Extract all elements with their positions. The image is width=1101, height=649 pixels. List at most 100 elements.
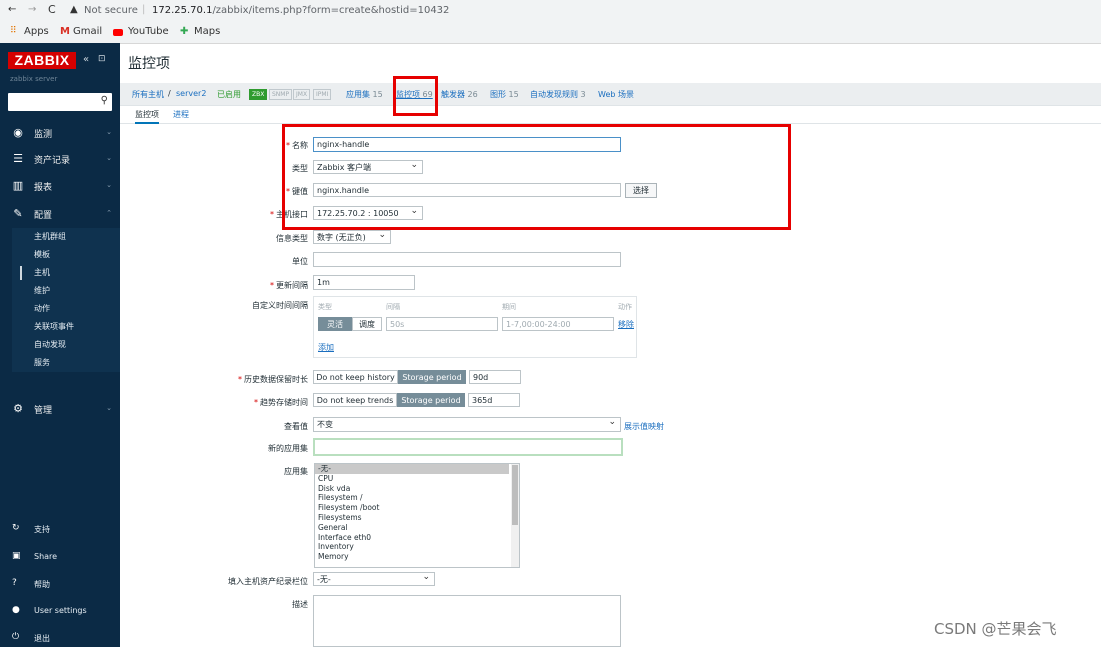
submenu-hosts[interactable]: 主机: [12, 264, 120, 282]
nav-reports[interactable]: ▥ 报表 ⌄: [0, 173, 120, 199]
submenu-services[interactable]: 服务: [12, 354, 120, 372]
nav-user-settings[interactable]: ● User settings: [0, 602, 120, 622]
reload-icon[interactable]: C: [48, 3, 56, 16]
custom-intervals-label: 自定义时间间隔: [252, 301, 308, 310]
app-option[interactable]: Interface eth0: [315, 533, 519, 543]
listbox-scrollbar[interactable]: [511, 464, 519, 567]
help-icon: ?: [12, 578, 17, 588]
info-type-select[interactable]: 数字 (无正负): [313, 230, 391, 244]
app-option[interactable]: General: [315, 523, 519, 533]
url-path: /zabbix/items.php?form=create&hostid=104…: [212, 5, 450, 16]
applications-listbox[interactable]: -无- CPU Disk vda Filesystem / Filesystem…: [314, 463, 520, 568]
crumb-triggers[interactable]: 触发器 26: [441, 89, 478, 100]
search-icon[interactable]: ⚲: [101, 95, 108, 106]
inventory-field-select[interactable]: -无-: [313, 572, 435, 586]
update-interval-input[interactable]: 1m: [313, 275, 415, 290]
trends-period-input[interactable]: 365d: [468, 393, 520, 407]
history-do-not-keep[interactable]: Do not keep history: [313, 370, 398, 384]
crumb-web-scenarios[interactable]: Web 场景: [598, 89, 634, 100]
ci-scheduling-toggle[interactable]: 调度: [352, 317, 382, 331]
tag-snmp: SNMP: [269, 89, 293, 100]
ci-period-input[interactable]: 1-7,00:00-24:00: [502, 317, 614, 331]
app-option[interactable]: Filesystem /: [315, 493, 519, 503]
nav-help[interactable]: ? 帮助: [0, 575, 120, 595]
nav-share[interactable]: ▣ Share: [0, 548, 120, 568]
nav-configuration[interactable]: ✎ 配置 ⌃: [0, 201, 120, 227]
nav-label: 报表: [34, 183, 53, 193]
app-option[interactable]: Filesystem /boot: [315, 503, 519, 513]
show-value-mappings-link[interactable]: 展示值映射: [624, 421, 664, 432]
bookmark-gmail[interactable]: Gmail: [73, 26, 102, 37]
host-status[interactable]: 已启用: [217, 89, 241, 100]
tag-ipmi: IPMI: [313, 89, 332, 100]
label-text: 更新间隔: [276, 281, 308, 290]
submenu-event-correlation[interactable]: 关联项事件: [12, 318, 120, 336]
app-option[interactable]: Filesystems: [315, 513, 519, 523]
bookmark-youtube[interactable]: YouTube: [128, 26, 169, 37]
nav-label: 退出: [34, 634, 50, 643]
crumb-graphs[interactable]: 图形 15: [490, 89, 519, 100]
nav-monitoring[interactable]: ◉ 监测 ⌄: [0, 120, 120, 146]
app-option[interactable]: CPU: [315, 474, 519, 484]
submenu-maintenance[interactable]: 维护: [12, 282, 120, 300]
nav-label: User settings: [34, 606, 87, 615]
nav-inventory[interactable]: ☰ 资产记录 ⌄: [0, 146, 120, 172]
nav-administration[interactable]: ⚙ 管理 ⌄: [0, 396, 120, 422]
ci-flexible-toggle[interactable]: 灵活: [318, 317, 352, 331]
crumb-host[interactable]: server2: [176, 89, 206, 98]
description-textarea[interactable]: [313, 595, 621, 647]
chevron-down-icon: ⌄: [106, 181, 112, 189]
nav-logout[interactable]: ⏻ 退出: [0, 629, 120, 649]
user-icon: ●: [12, 605, 20, 615]
submenu-templates[interactable]: 模板: [12, 246, 120, 264]
app-option[interactable]: Inventory: [315, 542, 519, 552]
ci-add-link[interactable]: 添加: [318, 342, 334, 353]
eye-icon: ◉: [13, 126, 23, 139]
units-input[interactable]: [313, 252, 621, 267]
nav-support[interactable]: ↻ 支持: [0, 520, 120, 540]
forward-arrow-icon[interactable]: →: [28, 4, 36, 15]
chevron-up-icon: ⌃: [106, 209, 112, 217]
crumb-label: 图形: [490, 90, 506, 99]
nav-label: 监测: [34, 130, 53, 140]
tab-item[interactable]: 监控项: [135, 109, 159, 124]
bookmark-maps[interactable]: Maps: [194, 26, 220, 37]
url-host: 172.25.70.1: [152, 5, 213, 16]
ci-header-action: 动作: [618, 303, 632, 311]
url-separator: |: [142, 4, 146, 15]
description-label: 描述: [292, 600, 308, 609]
tab-preprocessing[interactable]: 进程: [173, 109, 189, 120]
new-application-label: 新的应用集: [268, 444, 308, 453]
ci-remove-link[interactable]: 移除: [618, 319, 634, 330]
app-option[interactable]: Disk vda: [315, 484, 519, 494]
submenu-discovery[interactable]: 自动发现: [12, 336, 120, 354]
crumb-discovery-rules[interactable]: 自动发现规则 3: [530, 89, 586, 100]
breadcrumb: 所有主机 / server2 已启用 ZBX SNMP JMX IPMI 应用集…: [120, 83, 1101, 106]
trends-do-not-keep[interactable]: Do not keep trends: [313, 393, 397, 407]
nav-label: 资产记录: [34, 156, 71, 166]
new-application-input[interactable]: [313, 438, 623, 456]
scrollbar-thumb[interactable]: [512, 465, 518, 525]
zabbix-logo[interactable]: ZABBIX: [8, 52, 76, 69]
history-period-input[interactable]: 90d: [469, 370, 521, 384]
app-option[interactable]: Memory: [315, 552, 519, 562]
ci-interval-input[interactable]: 50s: [386, 317, 498, 331]
submenu-host-groups[interactable]: 主机群组: [12, 228, 120, 246]
crumb-all-hosts[interactable]: 所有主机: [132, 89, 164, 100]
valuemap-label: 查看值: [284, 422, 308, 431]
history-storage-period[interactable]: Storage period: [398, 370, 466, 384]
back-arrow-icon[interactable]: ←: [8, 4, 16, 15]
crumb-applications[interactable]: 应用集 15: [346, 89, 383, 100]
configuration-submenu: 主机群组 模板 主机 维护 动作 关联项事件 自动发现 服务: [12, 228, 120, 372]
submenu-actions[interactable]: 动作: [12, 300, 120, 318]
sidebar-search-input[interactable]: ⚲: [8, 93, 112, 111]
collapse-sidebar-icon[interactable]: «: [83, 54, 89, 65]
kiosk-mode-icon[interactable]: ⊡: [98, 54, 106, 64]
valuemap-select[interactable]: 不变: [313, 417, 621, 432]
bookmark-apps[interactable]: Apps: [24, 26, 49, 37]
app-option[interactable]: -无-: [315, 464, 509, 474]
sidebar: ZABBIX « ⊡ zabbix server ⚲ ◉ 监测 ⌄ ☰ 资产记录…: [0, 43, 120, 647]
trends-storage-period[interactable]: Storage period: [397, 393, 465, 407]
bar-chart-icon: ▥: [12, 179, 24, 192]
address-bar[interactable]: 172.25.70.1/zabbix/items.php?form=create…: [152, 5, 449, 16]
